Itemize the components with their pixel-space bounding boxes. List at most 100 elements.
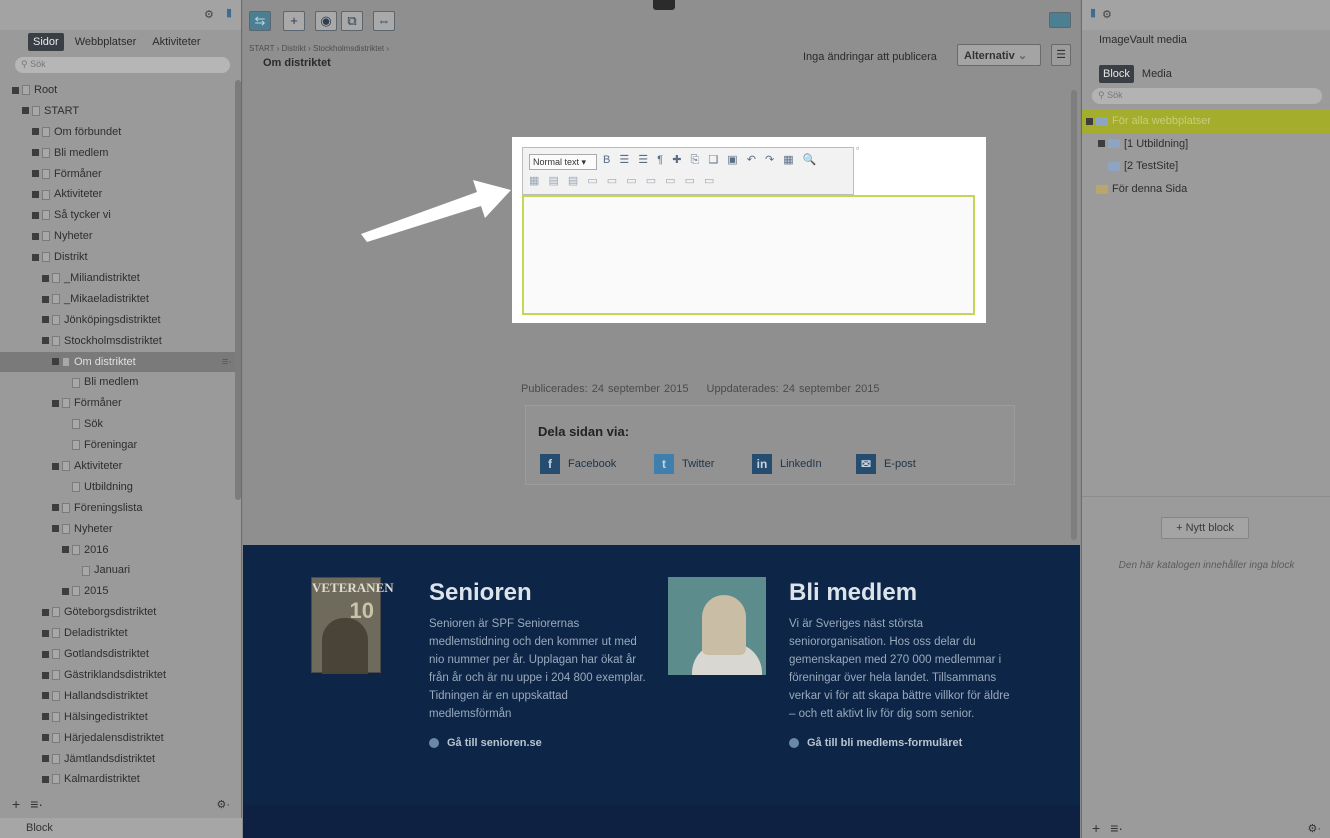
tree-node[interactable]: Root xyxy=(0,80,236,101)
tree-node[interactable]: Aktiviteter xyxy=(0,184,236,205)
format-select[interactable]: Normal text ▾ xyxy=(529,154,597,170)
expand-toggle-icon[interactable] xyxy=(52,525,59,533)
expand-toggle-icon[interactable] xyxy=(42,713,49,721)
tree-node[interactable]: Gotlandsdistriktet xyxy=(0,644,236,665)
rte-toolbar-row1[interactable]: B ☰ ☰ ¶ ✚ ⎘ ❑ ▣ ↶ ↷ ▦ 🔍 xyxy=(603,153,819,167)
tree-node[interactable]: Kalmardistriktet xyxy=(0,769,236,790)
tree-node[interactable]: Om distriktet ≡· xyxy=(0,351,236,373)
preview-icon[interactable]: ◉ xyxy=(315,11,337,31)
expand-toggle-icon[interactable] xyxy=(32,211,39,219)
expand-toggle-icon[interactable] xyxy=(32,149,39,157)
expand-toggle-icon[interactable] xyxy=(42,692,49,700)
pane-divider[interactable] xyxy=(1082,496,1330,497)
tree-node[interactable]: Nyheter xyxy=(0,519,236,540)
tree-node[interactable]: Föreningar xyxy=(0,435,236,456)
tree-node[interactable]: Så tycker vi xyxy=(0,205,236,226)
gear-icon[interactable]: ⚙ xyxy=(1102,8,1112,21)
tree-node[interactable]: Stockholmsdistriktet xyxy=(0,331,236,352)
expand-toggle-icon[interactable] xyxy=(52,462,59,470)
settings-gear-icon[interactable]: ⚙· xyxy=(216,798,230,811)
breadcrumb[interactable]: START › Distrikt › Stockholmsdistriktet … xyxy=(249,44,389,53)
tree-node[interactable]: Aktiviteter xyxy=(0,456,236,477)
tree-node[interactable]: _Mikaeladistriktet xyxy=(0,289,236,310)
expand-toggle-icon[interactable] xyxy=(42,734,49,742)
tree-node[interactable]: Jönköpingsdistriktet xyxy=(0,310,236,331)
block-search-input[interactable]: ⚲ Sök xyxy=(1092,88,1322,104)
pin-icon[interactable]: ▮ xyxy=(226,6,232,19)
close-icon[interactable]: ▫ xyxy=(856,144,859,153)
tree-node[interactable]: Bli medlem xyxy=(0,372,236,393)
expand-toggle-icon[interactable] xyxy=(42,337,49,345)
expand-toggle-icon[interactable] xyxy=(22,107,29,115)
expand-toggle-icon[interactable] xyxy=(1086,117,1093,125)
expand-toggle-icon[interactable] xyxy=(62,546,69,554)
right-pane-toggle-icon[interactable] xyxy=(1049,12,1071,28)
tree-node[interactable]: Förmåner xyxy=(0,164,236,185)
senioren-link[interactable]: Gå till senioren.se xyxy=(429,737,649,749)
expand-toggle-icon[interactable] xyxy=(42,295,49,303)
expand-toggle-icon[interactable] xyxy=(42,629,49,637)
expand-toggle-icon[interactable] xyxy=(42,755,49,763)
share-email[interactable]: ✉ E-post xyxy=(856,454,916,474)
tree-node[interactable]: _Miliandistriktet xyxy=(0,268,236,289)
tree-node[interactable]: Sök xyxy=(0,414,236,435)
tree-node[interactable]: Härjedalensdistriktet xyxy=(0,728,236,749)
list-view-icon[interactable]: ☰ xyxy=(1051,44,1071,66)
expand-toggle-icon[interactable] xyxy=(52,358,59,366)
rte-text-area[interactable] xyxy=(522,195,975,315)
settings-gear-icon[interactable]: ⚙· xyxy=(1307,822,1321,835)
tree-node[interactable]: Jämtlandsdistriktet xyxy=(0,749,236,770)
folder-node[interactable]: [2 TestSite] xyxy=(1082,155,1330,178)
tree-node[interactable]: Deladistriktet xyxy=(0,623,236,644)
expand-toggle-icon[interactable] xyxy=(42,608,49,616)
tree-node[interactable]: Gästriklandsdistriktet xyxy=(0,665,236,686)
structure-icon[interactable]: ⇆ xyxy=(249,11,271,31)
expand-toggle-icon[interactable] xyxy=(42,316,49,324)
tree-node[interactable]: Föreningslista xyxy=(0,498,236,519)
tree-node[interactable]: Hälsingedistriktet xyxy=(0,707,236,728)
tree-node[interactable]: Förmåner xyxy=(0,393,236,414)
options-button[interactable]: Alternativ ⌄ xyxy=(957,44,1041,66)
expand-toggle-icon[interactable] xyxy=(42,671,49,679)
share-twitter[interactable]: t Twitter xyxy=(654,454,714,474)
collapse-top-handle[interactable] xyxy=(653,0,675,10)
tab-block[interactable]: Block xyxy=(1099,65,1134,83)
context-menu-icon[interactable]: ≡· xyxy=(222,352,232,373)
expand-icon[interactable]: ⇔ xyxy=(373,11,395,31)
add-icon[interactable]: + xyxy=(12,796,20,812)
new-block-button[interactable]: + Nytt block xyxy=(1161,517,1249,539)
tree-node[interactable]: Distrikt xyxy=(0,247,236,268)
tab-webbplatser[interactable]: Webbplatser xyxy=(70,33,142,51)
share-facebook[interactable]: f Facebook xyxy=(540,454,616,474)
tree-node[interactable]: 2016 xyxy=(0,540,236,561)
gear-icon[interactable]: ⚙ xyxy=(204,8,214,21)
expand-toggle-icon[interactable] xyxy=(42,650,49,658)
tree-node[interactable]: Nyheter xyxy=(0,226,236,247)
tree-node[interactable]: Hallandsdistriktet xyxy=(0,686,236,707)
page-search-input[interactable]: ⚲ Sök xyxy=(15,57,230,73)
tree-node[interactable]: Januari xyxy=(0,560,236,581)
menu-icon[interactable]: ≡· xyxy=(1110,820,1123,836)
tab-aktiviteter[interactable]: Aktiviteter xyxy=(147,33,205,51)
expand-toggle-icon[interactable] xyxy=(52,504,59,512)
tree-node[interactable]: Göteborgsdistriktet xyxy=(0,602,236,623)
expand-toggle-icon[interactable] xyxy=(42,775,49,783)
tree-node[interactable]: START xyxy=(0,101,236,122)
compare-icon[interactable]: ⧉ xyxy=(341,11,363,31)
tree-node[interactable]: Bli medlem xyxy=(0,143,236,164)
tree-node[interactable]: 2015 xyxy=(0,581,236,602)
add-icon[interactable]: + xyxy=(1092,820,1100,836)
share-linkedin[interactable]: in LinkedIn xyxy=(752,454,822,474)
expand-toggle-icon[interactable] xyxy=(62,587,69,595)
imagevault-title[interactable]: ImageVault media xyxy=(1099,34,1187,46)
pin-icon[interactable]: ▮ xyxy=(1090,6,1096,19)
left-scrollbar[interactable] xyxy=(235,80,241,500)
block-gadget-bar[interactable]: Block xyxy=(0,818,242,838)
tab-sidor[interactable]: Sidor xyxy=(28,33,64,51)
menu-icon[interactable]: ≡· xyxy=(30,796,43,812)
expand-toggle-icon[interactable] xyxy=(32,232,39,240)
tree-node[interactable]: Om förbundet xyxy=(0,122,236,143)
rte-toolbar-row2[interactable]: ▦ ▤ ▤ ▭ ▭ ▭ ▭ ▭ ▭ ▭ xyxy=(529,174,717,187)
expand-toggle-icon[interactable] xyxy=(32,191,39,199)
expand-toggle-icon[interactable] xyxy=(32,253,39,261)
